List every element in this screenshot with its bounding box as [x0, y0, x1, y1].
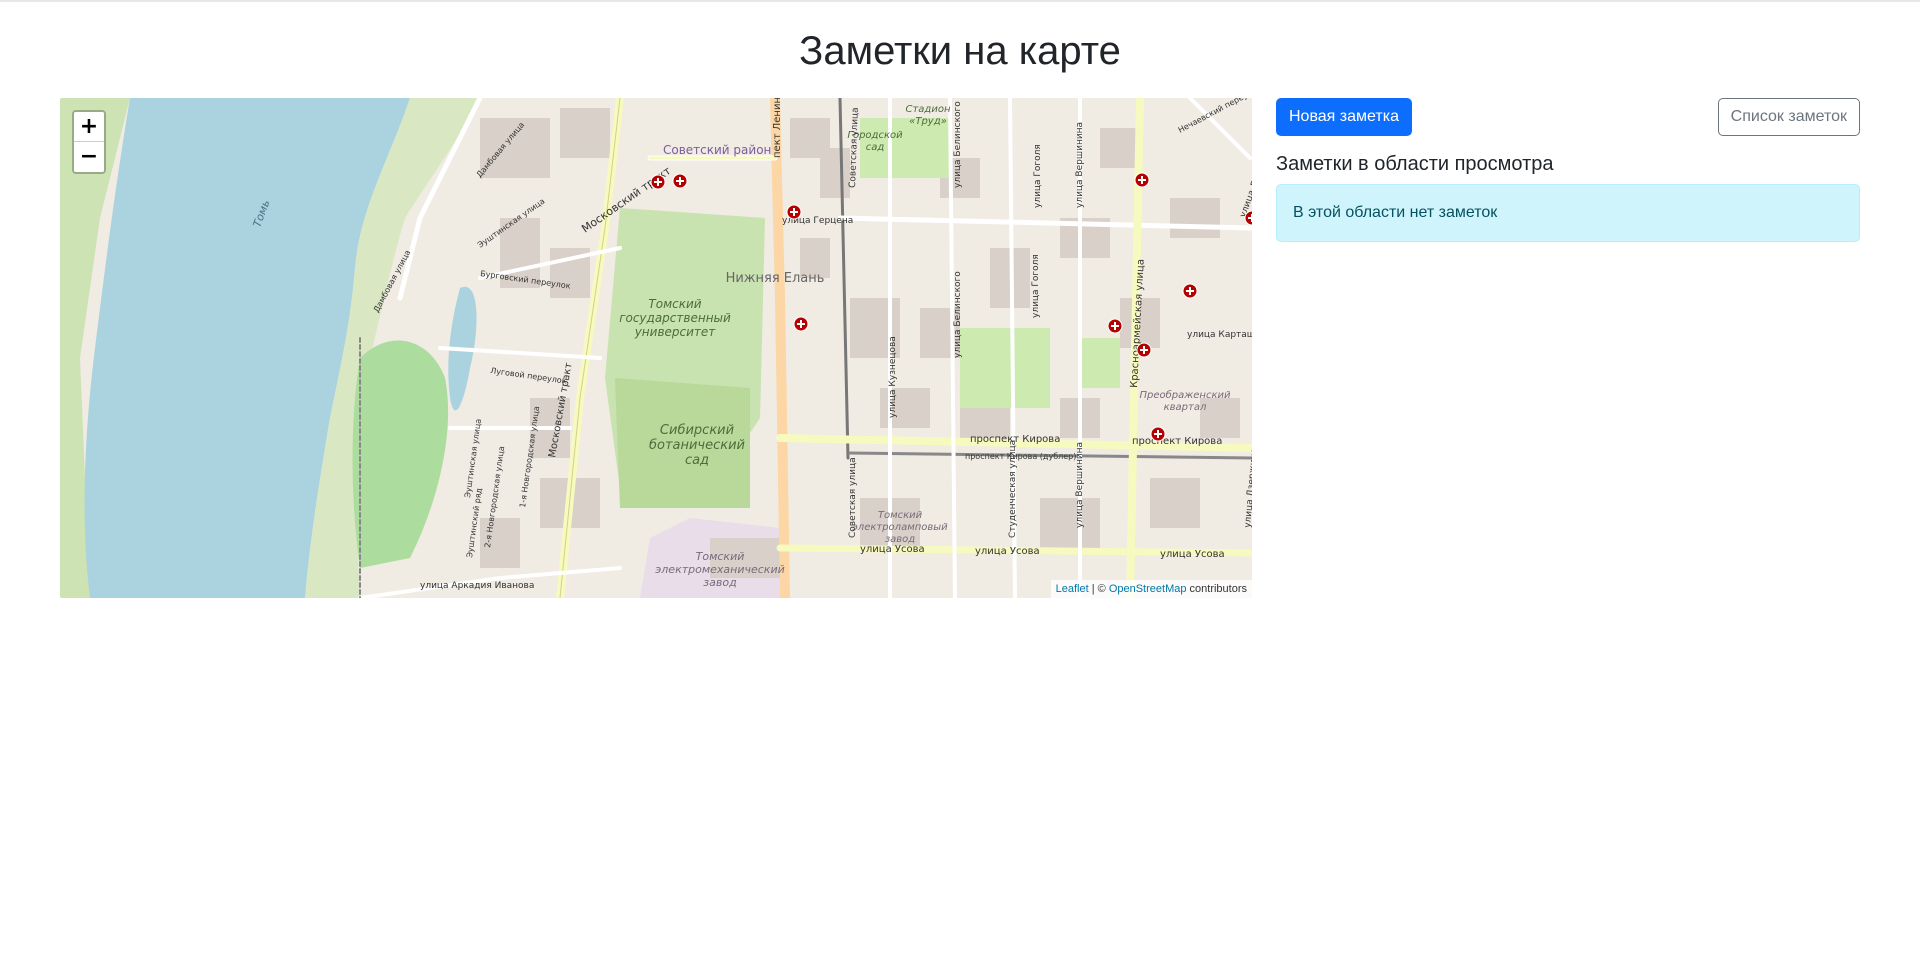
label-preobr-2: квартал: [1164, 402, 1207, 413]
label-electromech-1: Томский: [696, 550, 745, 563]
label-stadium-2: «Труд»: [909, 116, 947, 127]
label-lamp-plant-1: Томский: [878, 510, 923, 521]
poi-marker-icon: [786, 204, 802, 220]
label-kirova-dubler: проспект Кирова (дублер): [965, 452, 1076, 461]
label-kirova-2: проспект Кирова: [1132, 436, 1222, 447]
label-lower-elan: Нижняя Елань: [726, 271, 825, 286]
label-belinskogo-2: улица Белинского: [953, 271, 963, 358]
empty-notes-alert: В этой области нет заметок: [1276, 184, 1860, 242]
label-stadium-1: Стадион: [905, 104, 950, 115]
label-belinskogo: улица Белинского: [953, 101, 963, 188]
leaflet-link[interactable]: Leaflet: [1056, 583, 1089, 595]
poi-marker-icon: [1136, 342, 1152, 358]
label-electromech-3: завод: [703, 576, 736, 589]
map-tiles[interactable]: Томь Советский район Томский государстве…: [60, 98, 1252, 598]
new-note-button[interactable]: Новая заметка: [1276, 98, 1412, 136]
label-kartashova: улица Карташова: [1187, 330, 1252, 340]
label-district: Советский район: [663, 143, 771, 157]
page-title: Заметки на карте: [799, 29, 1121, 73]
label-garden-1: Сибирский: [660, 423, 734, 438]
map-attribution: Leaflet | © OpenStreetMap contributors: [1050, 580, 1252, 598]
poi-marker-icon: [1182, 283, 1198, 299]
label-vershinina: улица Вершинина: [1075, 122, 1085, 208]
label-preobr-1: Преображенский: [1139, 389, 1231, 401]
label-usova-2: улица Усова: [975, 546, 1040, 557]
label-electromech-2: электромеханический: [655, 563, 785, 576]
label-arkadiya: улица Аркадия Иванова: [420, 581, 534, 591]
label-usova-1: улица Усова: [860, 544, 925, 555]
poi-marker-icon: [1150, 426, 1166, 442]
map-container[interactable]: Томь Советский район Томский государстве…: [60, 98, 1252, 598]
osm-link[interactable]: OpenStreetMap: [1109, 583, 1187, 595]
notes-section-title: Заметки в области просмотра: [1276, 153, 1554, 175]
label-sovetskaya-2: Советская улица: [848, 457, 858, 538]
poi-marker-icon: [1134, 172, 1150, 188]
poi-marker-icon: [793, 316, 809, 332]
attribution-contributors: contributors: [1186, 583, 1247, 595]
zoom-in-button[interactable]: +: [74, 112, 104, 142]
label-university-1: Томский: [648, 297, 701, 311]
label-garden-2: ботанический: [649, 438, 745, 453]
label-lamp-plant-2: электроламповый: [852, 522, 948, 533]
label-gogolya-2: улица Гоголя: [1031, 254, 1041, 318]
top-border: [0, 0, 1920, 2]
zoom-out-button[interactable]: −: [74, 142, 104, 172]
label-prospekt-lenina: пект Ленина: [772, 98, 783, 158]
label-vershinina-2: улица Вершинина: [1075, 442, 1085, 528]
label-university-2: государственный: [619, 311, 731, 325]
label-kuznetsova: улица Кузнецова: [888, 336, 898, 418]
label-garden-3: сад: [685, 453, 709, 468]
poi-marker-icon: [1107, 318, 1123, 334]
poi-marker-icon: [672, 173, 688, 189]
zoom-control: + −: [72, 110, 106, 174]
label-gogolya: улица Гоголя: [1033, 144, 1043, 208]
notes-list-button[interactable]: Список заметок: [1717, 98, 1860, 136]
label-usova-3: улица Усова: [1160, 549, 1225, 560]
attribution-separator: | ©: [1088, 583, 1109, 595]
poi-marker-icon: [650, 174, 666, 190]
label-gorodskoy-sad-2: сад: [866, 142, 885, 153]
label-university-3: университет: [634, 325, 717, 339]
label-studencheskaya: Студенческая улица: [1008, 440, 1018, 538]
